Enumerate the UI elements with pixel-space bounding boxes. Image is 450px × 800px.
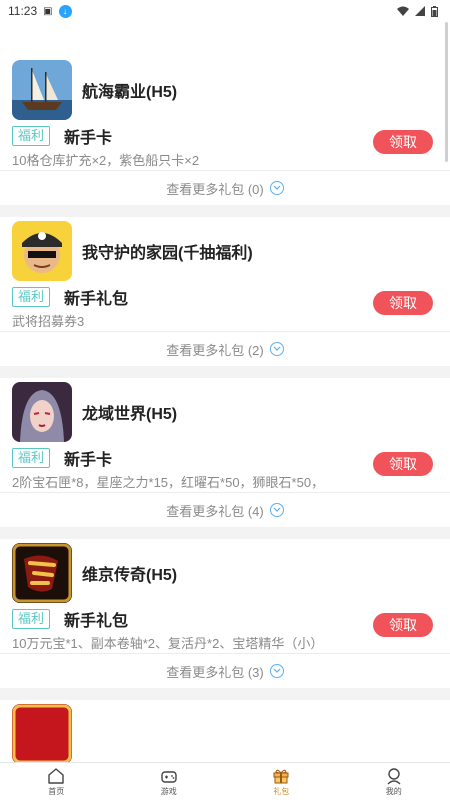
gift-icon: [273, 769, 289, 783]
chevron-down-icon: [269, 664, 284, 678]
more-gifts-link[interactable]: 查看更多礼包 (0): [0, 170, 450, 205]
gift-title: 新手礼包: [64, 291, 129, 308]
gift-item: 福利 新手卡 2阶宝石匣*8，星座之力*15，红曜石*50，狮眼石*50， 领取: [0, 442, 450, 492]
welfare-tag: 福利: [12, 126, 51, 146]
pirate-icon: [12, 221, 72, 281]
gift-title: 新手卡: [64, 452, 113, 469]
tab-games[interactable]: 游戏: [113, 763, 226, 800]
game-header[interactable]: 龙域世界(H5): [0, 378, 450, 442]
claim-button[interactable]: 领取: [373, 452, 433, 476]
battery-icon: [431, 5, 438, 17]
game-header[interactable]: [0, 700, 450, 762]
welfare-tag: 福利: [12, 609, 51, 629]
gift-description: 2阶宝石匣*8，星座之力*15，红曜石*50，狮眼石*50，: [12, 475, 325, 490]
wifi-icon: [397, 6, 409, 16]
status-bar: 11:23 ▣ ↓: [0, 0, 450, 22]
more-gifts-link[interactable]: 查看更多礼包 (2): [0, 331, 450, 366]
tab-label: 游戏: [160, 786, 177, 796]
game-card: 龙域世界(H5) 福利 新手卡 2阶宝石匣*8，星座之力*15，红曜石*50，狮…: [0, 378, 450, 527]
claim-button[interactable]: 领取: [373, 613, 433, 637]
signal-icon: [415, 6, 425, 16]
more-gifts-label: 查看更多礼包 (4): [166, 503, 264, 519]
game-card: 航海霸业(H5) 福利 新手卡 10格仓库扩充×2，紫色船只卡×2 领取 查看更…: [0, 56, 450, 205]
tab-label: 我的: [385, 786, 402, 796]
tab-home[interactable]: 首页: [0, 763, 113, 800]
download-icon: ↓: [58, 4, 72, 18]
legend-icon: [12, 543, 72, 603]
tab-label: 礼包: [273, 786, 290, 796]
gift-item: 福利 新手礼包 武将招募券3 领取: [0, 281, 450, 331]
more-gifts-link[interactable]: 查看更多礼包 (4): [0, 492, 450, 527]
game-header[interactable]: 维京传奇(H5): [0, 539, 450, 603]
scrollbar[interactable]: [445, 22, 448, 162]
gift-description: 武将招募券3: [12, 314, 85, 329]
gift-description: 10万元宝*1、副本卷轴*2、复活丹*2、宝塔精华（小）: [12, 636, 324, 651]
welfare-tag: 福利: [12, 448, 51, 468]
claim-button[interactable]: 领取: [373, 291, 433, 315]
bottom-tab-bar: 首页 游戏 礼包 我的: [0, 762, 450, 800]
more-gifts-link[interactable]: 查看更多礼包 (3): [0, 653, 450, 688]
gift-title: 新手礼包: [64, 613, 129, 630]
welfare-tag: 福利: [12, 287, 51, 307]
android-icon: ▣: [43, 5, 53, 17]
tab-profile[interactable]: 我的: [338, 763, 450, 800]
more-gifts-label: 查看更多礼包 (3): [166, 664, 264, 680]
ship-icon: [12, 60, 72, 120]
tab-gifts[interactable]: 礼包: [225, 763, 338, 800]
chevron-down-icon: [269, 181, 284, 195]
game-name: 龙域世界(H5): [82, 406, 178, 423]
gift-list[interactable]: 航海霸业(H5) 福利 新手卡 10格仓库扩充×2，紫色船只卡×2 领取 查看更…: [0, 22, 450, 762]
game-header[interactable]: 航海霸业(H5): [0, 56, 450, 120]
game-name: 我守护的家园(千抽福利): [82, 245, 253, 262]
tab-label: 首页: [48, 786, 65, 796]
list-top-spacer: [0, 22, 450, 56]
more-gifts-label: 查看更多礼包 (0): [166, 181, 264, 197]
more-gifts-label: 查看更多礼包 (2): [166, 342, 264, 358]
chevron-down-icon: [269, 503, 284, 517]
claim-button[interactable]: 领取: [373, 130, 433, 154]
game-card: 维京传奇(H5) 福利 新手礼包 10万元宝*1、副本卷轴*2、复活丹*2、宝塔…: [0, 539, 450, 688]
gift-title: 新手卡: [64, 130, 113, 147]
game-card: [0, 700, 450, 762]
status-time: 11:23: [8, 4, 38, 18]
game-name: 维京传奇(H5): [82, 567, 178, 584]
home-icon: [48, 767, 64, 784]
game-card: 我守护的家园(千抽福利) 福利 新手礼包 武将招募券3 领取 查看更多礼包 (2…: [0, 217, 450, 366]
warrior-icon: [12, 382, 72, 442]
chevron-down-icon: [269, 342, 284, 356]
profile-icon: [387, 767, 401, 785]
gift-description: 10格仓库扩充×2，紫色船只卡×2: [12, 153, 200, 168]
game-name: 航海霸业(H5): [82, 84, 178, 101]
game-icon: [12, 704, 72, 762]
game-header[interactable]: 我守护的家园(千抽福利): [0, 217, 450, 281]
gamepad-icon: [161, 770, 177, 783]
gift-item: 福利 新手卡 10格仓库扩充×2，紫色船只卡×2 领取: [0, 120, 450, 170]
gift-item: 福利 新手礼包 10万元宝*1、副本卷轴*2、复活丹*2、宝塔精华（小） 领取: [0, 603, 450, 653]
